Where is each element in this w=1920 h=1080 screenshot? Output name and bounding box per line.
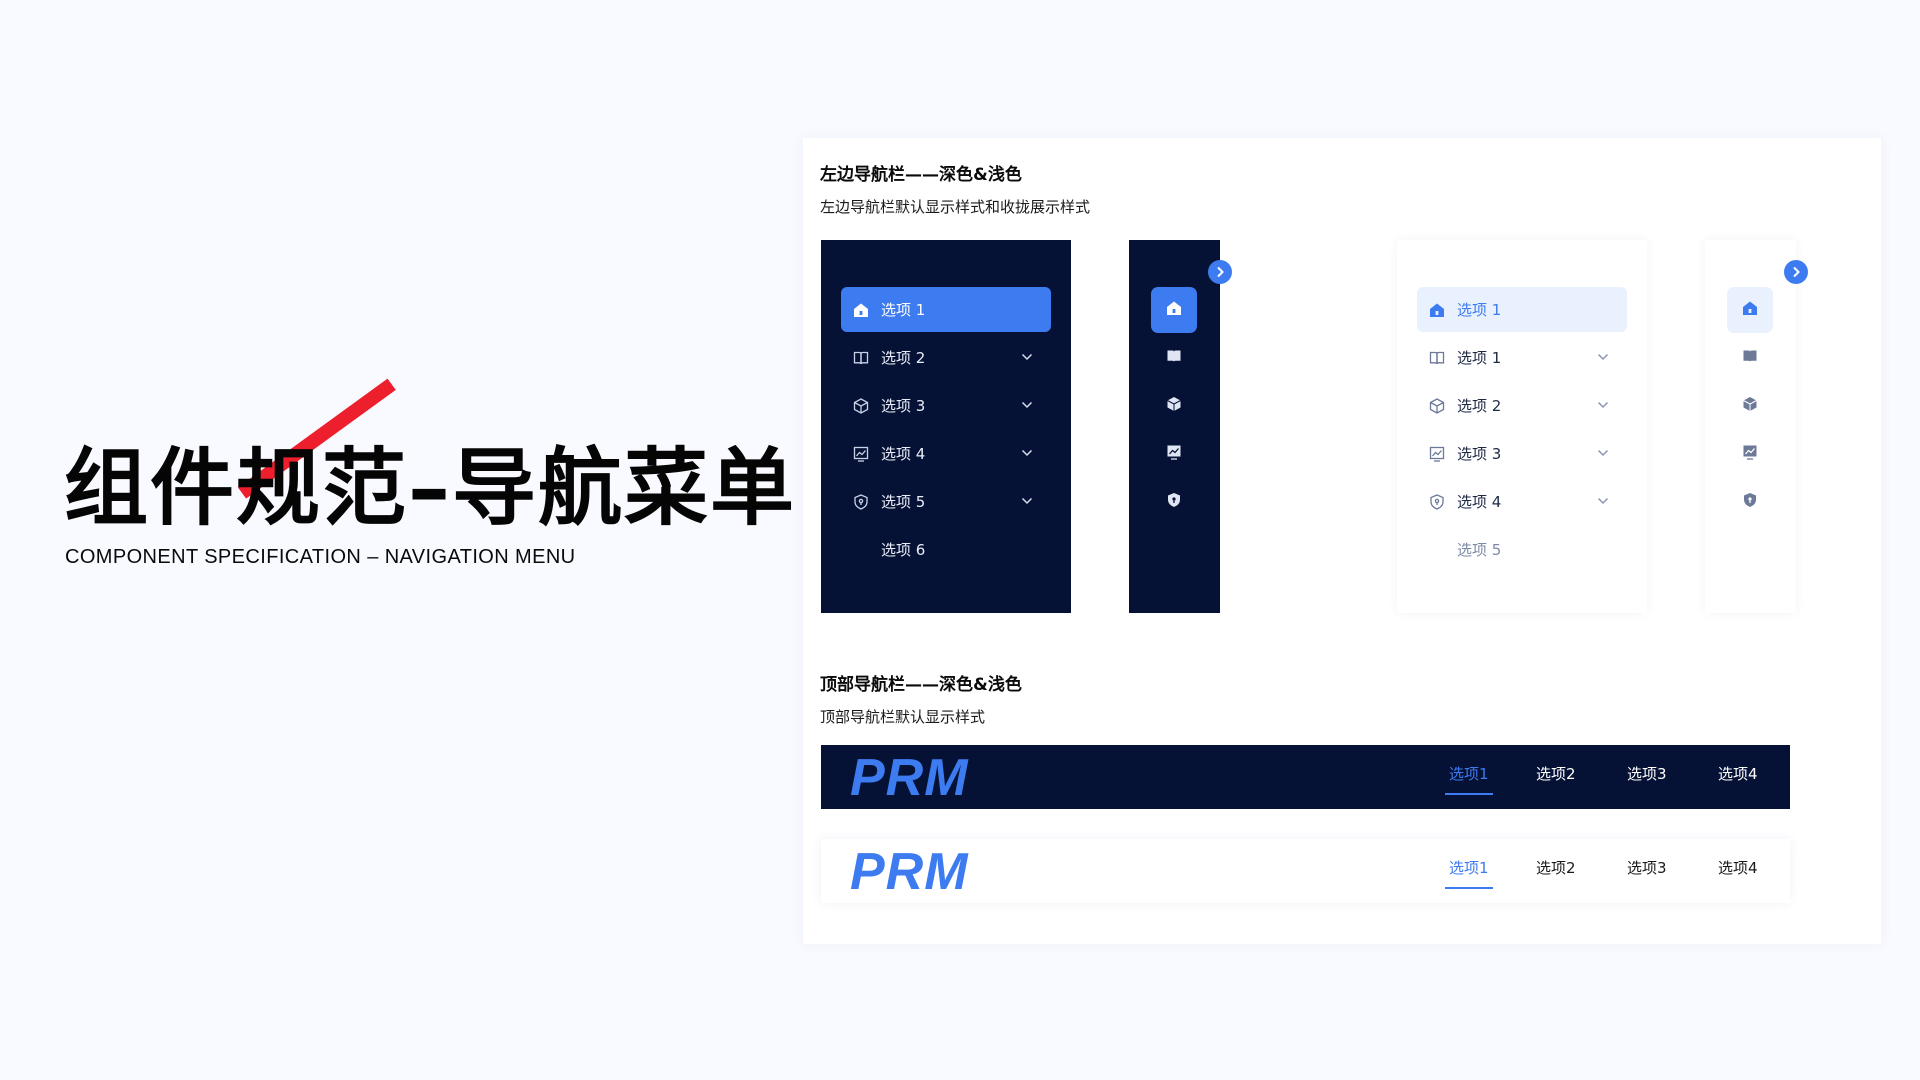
light-nav-item-3[interactable]: 选项 2 <box>1417 383 1627 428</box>
light-nav-item-5[interactable]: 选项 4 <box>1417 479 1627 524</box>
chevron-down-icon[interactable] <box>1593 395 1613 415</box>
top-nav-section-title: 顶部导航栏——深色&浅色 <box>820 675 1022 695</box>
chevron-down-icon[interactable] <box>1593 443 1613 463</box>
dark-collapsed-item-2[interactable] <box>1151 335 1197 381</box>
dark-collapsed-item-3[interactable] <box>1151 383 1197 429</box>
nav-item-label: 选项 5 <box>1457 541 1502 559</box>
light-nav-item-1[interactable]: 选项 1 <box>1417 287 1627 332</box>
home-icon <box>1742 300 1758 320</box>
chevron-down-icon[interactable] <box>1017 395 1037 415</box>
box-icon <box>851 396 871 416</box>
expand-toggle-button-dark[interactable] <box>1208 260 1232 284</box>
dark-collapsed-item-4[interactable] <box>1151 431 1197 477</box>
light-nav-item-6[interactable]: 选项 5 <box>1417 527 1627 572</box>
light-nav-item-2[interactable]: 选项 1 <box>1417 335 1627 380</box>
dark-nav-item-6[interactable]: 选项 6 <box>841 527 1051 572</box>
book-icon <box>1427 348 1447 368</box>
dark-collapsed-item-5[interactable] <box>1151 479 1197 525</box>
page-subtitle: COMPONENT SPECIFICATION – NAVIGATION MEN… <box>65 546 576 568</box>
dark-side-nav-expanded: 选项 1 选项 2 选项 3 选项 4 选项 5 选项 6 <box>821 240 1071 613</box>
prm-logo[interactable]: PRM <box>850 845 969 899</box>
home-icon <box>1427 300 1447 320</box>
chart-icon <box>1166 444 1182 464</box>
home-icon <box>1166 300 1182 320</box>
light-side-nav-collapsed <box>1705 240 1796 613</box>
chevron-down-icon[interactable] <box>1017 347 1037 367</box>
dark-nav-item-5[interactable]: 选项 5 <box>841 479 1051 524</box>
light-top-nav: PRM 选项1 选项2 选项3 选项4 <box>821 839 1790 903</box>
book-icon <box>1166 348 1182 368</box>
dark-nav-item-3[interactable]: 选项 3 <box>841 383 1051 428</box>
nav-item-label: 选项 1 <box>881 301 926 319</box>
light-side-nav-expanded: 选项 1 选项 1 选项 2 选项 3 选项 4 选项 5 <box>1397 240 1647 613</box>
top-nav-item-2[interactable]: 选项2 <box>1536 763 1576 793</box>
top-nav-item-3[interactable]: 选项3 <box>1627 857 1667 887</box>
expand-toggle-button-light[interactable] <box>1784 260 1808 284</box>
light-collapsed-item-4[interactable] <box>1727 431 1773 477</box>
top-nav-item-2[interactable]: 选项2 <box>1536 857 1576 887</box>
box-icon <box>1742 396 1758 416</box>
spec-card: 左边导航栏——深色&浅色 左边导航栏默认显示样式和收拢展示样式 选项 1 选项 … <box>803 138 1881 944</box>
nav-item-label: 选项 2 <box>1457 397 1502 415</box>
nav-item-label: 选项 6 <box>881 541 926 559</box>
top-nav-item-1[interactable]: 选项1 <box>1445 763 1493 795</box>
chart-icon <box>1742 444 1758 464</box>
dark-side-nav-collapsed <box>1129 240 1220 613</box>
light-collapsed-item-1[interactable] <box>1727 287 1773 333</box>
chart-icon <box>851 444 871 464</box>
chevron-down-icon[interactable] <box>1593 491 1613 511</box>
shield-icon <box>1166 492 1182 512</box>
nav-item-label: 选项 4 <box>881 445 926 463</box>
nav-item-label: 选项 1 <box>1457 301 1502 319</box>
book-icon <box>851 348 871 368</box>
prm-logo[interactable]: PRM <box>850 751 969 805</box>
light-collapsed-item-3[interactable] <box>1727 383 1773 429</box>
nav-item-label: 选项 3 <box>881 397 926 415</box>
shield-icon <box>1742 492 1758 512</box>
shield-icon <box>1427 492 1447 512</box>
top-nav-item-4[interactable]: 选项4 <box>1718 857 1758 887</box>
nav-item-label: 选项 2 <box>881 349 926 367</box>
home-icon <box>851 300 871 320</box>
light-collapsed-item-5[interactable] <box>1727 479 1773 525</box>
top-nav-item-3[interactable]: 选项3 <box>1627 763 1667 793</box>
nav-item-label: 选项 5 <box>881 493 926 511</box>
top-nav-item-4[interactable]: 选项4 <box>1718 763 1758 793</box>
chevron-down-icon[interactable] <box>1017 443 1037 463</box>
light-nav-item-4[interactable]: 选项 3 <box>1417 431 1627 476</box>
nav-item-label: 选项 4 <box>1457 493 1502 511</box>
nav-item-label: 选项 3 <box>1457 445 1502 463</box>
left-nav-section-title: 左边导航栏——深色&浅色 <box>820 165 1022 185</box>
top-nav-item-1[interactable]: 选项1 <box>1445 857 1493 889</box>
dark-nav-item-4[interactable]: 选项 4 <box>841 431 1051 476</box>
chevron-right-icon <box>1215 263 1225 282</box>
dark-nav-item-2[interactable]: 选项 2 <box>841 335 1051 380</box>
box-icon <box>1427 396 1447 416</box>
book-icon <box>1742 348 1758 368</box>
hero-section: 组件规范–导航菜单 COMPONENT SPECIFICATION – NAVI… <box>64 378 794 590</box>
page-title: 组件规范–导航菜单 <box>64 439 797 537</box>
top-nav-section-desc: 顶部导航栏默认显示样式 <box>820 708 986 726</box>
dark-top-nav: PRM 选项1 选项2 选项3 选项4 <box>821 745 1790 809</box>
chart-icon <box>1427 444 1447 464</box>
shield-icon <box>851 492 871 512</box>
chevron-down-icon[interactable] <box>1017 491 1037 511</box>
box-icon <box>1166 396 1182 416</box>
dark-collapsed-item-1[interactable] <box>1151 287 1197 333</box>
light-collapsed-item-2[interactable] <box>1727 335 1773 381</box>
chevron-right-icon <box>1791 263 1801 282</box>
left-nav-section-desc: 左边导航栏默认显示样式和收拢展示样式 <box>820 198 1091 216</box>
nav-item-label: 选项 1 <box>1457 349 1502 367</box>
chevron-down-icon[interactable] <box>1593 347 1613 367</box>
dark-nav-item-1[interactable]: 选项 1 <box>841 287 1051 332</box>
